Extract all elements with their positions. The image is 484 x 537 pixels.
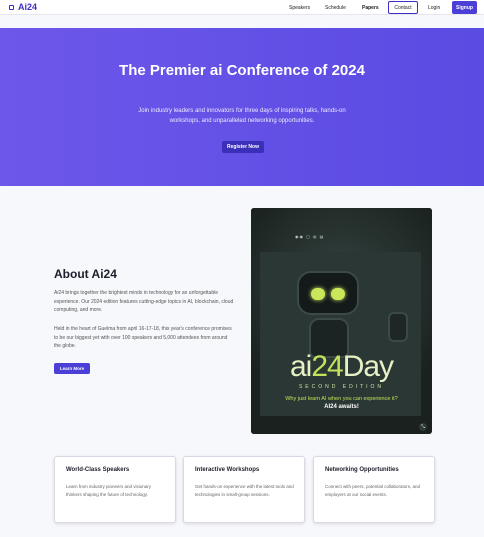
- login-link[interactable]: Login: [428, 5, 440, 11]
- brand-suffix: Day: [342, 350, 394, 383]
- robot-left-eye: [311, 288, 325, 300]
- brand-number: 24: [311, 350, 343, 383]
- robot-right-eye: [331, 288, 345, 300]
- expand-icon[interactable]: ⤡: [419, 423, 427, 431]
- poster-tagline: Why just learn AI when you can experienc…: [285, 396, 398, 402]
- feature-card-title: World-Class Speakers: [66, 467, 130, 473]
- feature-card-speakers: World-Class Speakers Learn from industry…: [54, 456, 176, 523]
- hero-section: The Premier ai Conference of 2024 Join i…: [0, 28, 484, 186]
- feature-card-title: Interactive Workshops: [195, 467, 260, 473]
- feature-card-networking: Networking Opportunities Connect with pe…: [313, 456, 435, 523]
- logo-square-icon: [9, 4, 14, 10]
- learn-more-button[interactable]: Learn More: [54, 363, 90, 374]
- site-logo[interactable]: Ai24: [9, 2, 37, 12]
- about-paragraph-2: Held in the heart of Guelma from april 1…: [54, 326, 232, 349]
- hero-title: The Premier ai Conference of 2024: [119, 62, 365, 79]
- signup-button[interactable]: Signup: [452, 1, 477, 14]
- poster-tagline-2: AI24 awaits!: [324, 404, 359, 410]
- nav-link-speakers[interactable]: Speakers: [289, 5, 310, 11]
- contact-button[interactable]: Contact: [388, 1, 418, 14]
- robot-head-graphic: [297, 271, 359, 315]
- nav-link-schedule[interactable]: Schedule: [325, 5, 346, 11]
- poster-partner-logos: ◉◉ ▢ ◍ ▤: [295, 234, 325, 239]
- register-now-button[interactable]: Register Now: [222, 141, 264, 153]
- hero-subtitle: Join industry leaders and innovators for…: [138, 108, 346, 124]
- logo-text: Ai24: [18, 2, 38, 12]
- feature-card-workshops: Interactive Workshops Get hands-on exper…: [183, 456, 305, 523]
- feature-card-title: Networking Opportunities: [325, 467, 399, 473]
- top-navbar: Ai24 Speakers Schedule Papers Contact Lo…: [0, 0, 484, 15]
- feature-card-body: Connect with peers, potential collaborat…: [325, 484, 421, 497]
- poster-brand-text: ai24Day: [251, 350, 432, 384]
- nav-link-papers[interactable]: Papers: [362, 5, 379, 11]
- feature-card-body: Get hands-on experience with the latest …: [195, 484, 294, 497]
- about-paragraph-1: Ai24 brings together the brightest minds…: [54, 290, 234, 313]
- event-poster-image[interactable]: ◉◉ ▢ ◍ ▤ ai24Day SECOND EDITION Why just…: [251, 208, 432, 434]
- feature-card-body: Learn from industry pioneers and visiona…: [66, 484, 152, 497]
- brand-prefix: ai: [289, 350, 312, 383]
- robot-waving-hand: [388, 312, 408, 342]
- poster-edition: SECOND EDITION: [298, 384, 385, 390]
- about-title: About Ai24: [54, 267, 117, 281]
